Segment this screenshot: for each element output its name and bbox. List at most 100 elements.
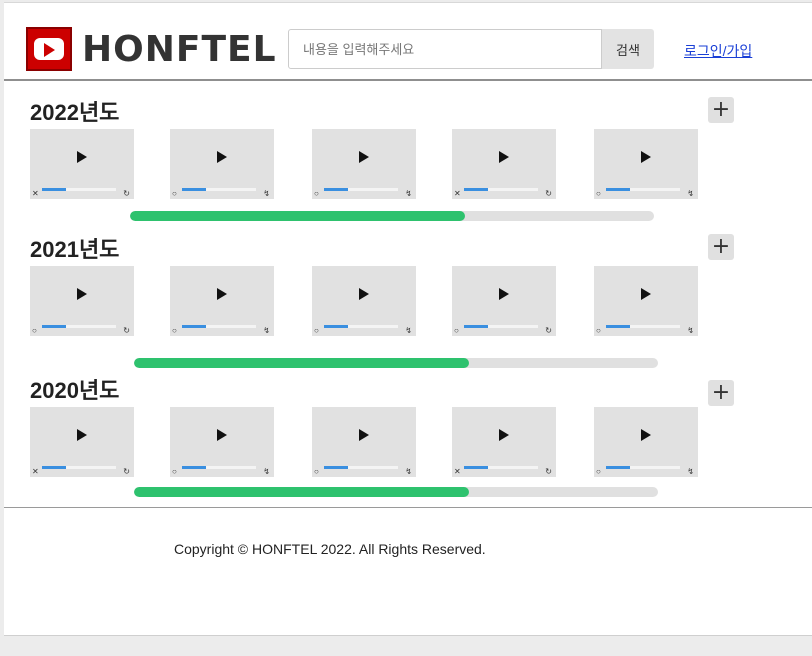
- play-icon[interactable]: [641, 288, 651, 300]
- video-player[interactable]: ○ ↻: [30, 266, 134, 336]
- volume-icon[interactable]: ○: [454, 327, 459, 335]
- video-player[interactable]: ○ ↯: [312, 407, 416, 477]
- settings-icon[interactable]: ↻: [545, 468, 552, 476]
- video-player[interactable]: ○ ↯: [170, 129, 274, 199]
- play-icon[interactable]: [217, 429, 227, 441]
- video-player[interactable]: ✕ ↻: [30, 129, 134, 199]
- volume-icon[interactable]: ✕: [32, 190, 39, 198]
- login-link[interactable]: 로그인/가입: [684, 41, 752, 61]
- video-scrubber[interactable]: [324, 466, 398, 469]
- video-player[interactable]: ○ ↻: [452, 266, 556, 336]
- video-scrubber[interactable]: [182, 466, 256, 469]
- play-icon[interactable]: [499, 151, 509, 163]
- video-player[interactable]: ○ ↯: [594, 129, 698, 199]
- settings-icon[interactable]: ↻: [545, 327, 552, 335]
- add-video-button[interactable]: +: [708, 97, 734, 123]
- footer-divider: [4, 507, 812, 508]
- video-player[interactable]: ○ ↯: [594, 407, 698, 477]
- video-scrubber[interactable]: [606, 325, 680, 328]
- youtube-logo-icon: [26, 27, 72, 71]
- settings-icon[interactable]: ↯: [263, 327, 270, 335]
- section-progress-bar: [134, 487, 658, 497]
- section-progress-fill: [134, 358, 470, 368]
- play-icon[interactable]: [77, 151, 87, 163]
- search-button[interactable]: 검색: [602, 29, 654, 69]
- play-icon[interactable]: [499, 429, 509, 441]
- play-icon[interactable]: [499, 288, 509, 300]
- volume-icon[interactable]: ○: [172, 190, 177, 198]
- video-scrubber[interactable]: [464, 188, 538, 191]
- settings-icon[interactable]: ↯: [687, 468, 694, 476]
- video-scrubber[interactable]: [42, 188, 116, 191]
- play-icon[interactable]: [359, 429, 369, 441]
- video-scrubber[interactable]: [182, 325, 256, 328]
- page: HONFTEL 검색 로그인/가입 2022년도 + ✕ ↻ ○ ↯ ○ ↯ ✕: [4, 2, 812, 636]
- volume-icon[interactable]: ○: [32, 327, 37, 335]
- add-video-button[interactable]: +: [708, 380, 734, 406]
- copyright-text: Copyright © HONFTEL 2022. All Rights Res…: [174, 541, 486, 557]
- header-divider: [4, 79, 812, 81]
- video-scrubber[interactable]: [606, 466, 680, 469]
- settings-icon[interactable]: ↯: [263, 468, 270, 476]
- play-icon[interactable]: [359, 288, 369, 300]
- settings-icon[interactable]: ↻: [545, 190, 552, 198]
- play-icon[interactable]: [359, 151, 369, 163]
- video-player[interactable]: ○ ↯: [594, 266, 698, 336]
- section-title: 2021년도: [30, 237, 120, 262]
- video-scrubber[interactable]: [42, 325, 116, 328]
- video-player[interactable]: ✕ ↻: [452, 129, 556, 199]
- video-player[interactable]: ○ ↯: [170, 266, 274, 336]
- settings-icon[interactable]: ↯: [687, 327, 694, 335]
- play-icon[interactable]: [77, 288, 87, 300]
- play-icon[interactable]: [217, 288, 227, 300]
- settings-icon[interactable]: ↯: [405, 468, 412, 476]
- search-input[interactable]: [288, 29, 602, 69]
- play-icon[interactable]: [641, 151, 651, 163]
- brand-name: HONFTEL: [82, 28, 277, 70]
- year-section: 2022년도 + ✕ ↻ ○ ↯ ○ ↯ ✕ ↻ ○ ↯: [4, 95, 812, 225]
- settings-icon[interactable]: ↻: [123, 190, 130, 198]
- settings-icon[interactable]: ↯: [263, 190, 270, 198]
- volume-icon[interactable]: ○: [314, 468, 319, 476]
- volume-icon[interactable]: ✕: [32, 468, 39, 476]
- volume-icon[interactable]: ○: [172, 468, 177, 476]
- video-scrubber[interactable]: [464, 466, 538, 469]
- section-progress-fill: [134, 487, 470, 497]
- section-title: 2020년도: [30, 378, 120, 403]
- settings-icon[interactable]: ↯: [687, 190, 694, 198]
- video-player[interactable]: ○ ↯: [312, 266, 416, 336]
- video-scrubber[interactable]: [324, 325, 398, 328]
- volume-icon[interactable]: ○: [596, 468, 601, 476]
- volume-icon[interactable]: ○: [596, 327, 601, 335]
- video-player[interactable]: ✕ ↻: [30, 407, 134, 477]
- volume-icon[interactable]: ○: [172, 327, 177, 335]
- volume-icon[interactable]: ○: [314, 190, 319, 198]
- video-player[interactable]: ○ ↯: [312, 129, 416, 199]
- video-player[interactable]: ○ ↯: [170, 407, 274, 477]
- volume-icon[interactable]: ✕: [454, 190, 461, 198]
- settings-icon[interactable]: ↯: [405, 327, 412, 335]
- settings-icon[interactable]: ↯: [405, 190, 412, 198]
- section-progress-fill: [130, 211, 466, 221]
- settings-icon[interactable]: ↻: [123, 468, 130, 476]
- play-icon[interactable]: [77, 429, 87, 441]
- video-scrubber[interactable]: [606, 188, 680, 191]
- video-scrubber[interactable]: [464, 325, 538, 328]
- play-icon[interactable]: [217, 151, 227, 163]
- video-player[interactable]: ✕ ↻: [452, 407, 556, 477]
- section-title: 2022년도: [30, 100, 120, 125]
- volume-icon[interactable]: ○: [596, 190, 601, 198]
- play-icon[interactable]: [641, 429, 651, 441]
- section-progress-bar: [134, 358, 658, 368]
- video-scrubber[interactable]: [42, 466, 116, 469]
- brand-logo[interactable]: HONFTEL: [26, 25, 277, 73]
- video-scrubber[interactable]: [324, 188, 398, 191]
- year-section: 2021년도 + ○ ↻ ○ ↯ ○ ↯ ○ ↻ ○ ↯: [4, 232, 812, 368]
- volume-icon[interactable]: ✕: [454, 468, 461, 476]
- settings-icon[interactable]: ↻: [123, 327, 130, 335]
- volume-icon[interactable]: ○: [314, 327, 319, 335]
- video-scrubber[interactable]: [182, 188, 256, 191]
- section-progress-bar: [130, 211, 654, 221]
- year-section: 2020년도 + ✕ ↻ ○ ↯ ○ ↯ ✕ ↻ ○ ↯: [4, 373, 812, 503]
- add-video-button[interactable]: +: [708, 234, 734, 260]
